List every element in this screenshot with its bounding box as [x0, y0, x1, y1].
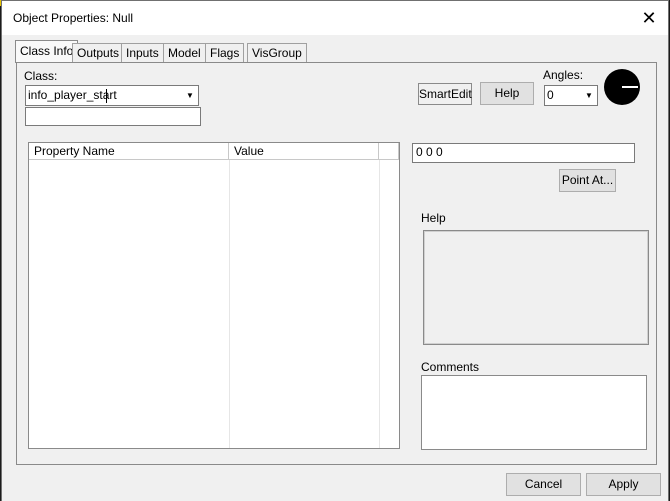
class-combobox[interactable]: info_player_start ▼	[25, 85, 199, 106]
tab-outputs[interactable]: Outputs	[72, 43, 125, 62]
angles-combobox[interactable]: 0 ▼	[544, 85, 598, 106]
column-header-blank	[379, 143, 399, 160]
comments-label: Comments	[421, 360, 480, 374]
comments-field[interactable]	[421, 375, 647, 450]
column-header-value[interactable]: Value	[229, 143, 379, 160]
chevron-down-icon[interactable]: ▼	[581, 86, 597, 105]
property-grid[interactable]: Property Name Value	[28, 142, 400, 449]
tab-inputs[interactable]: Inputs	[121, 43, 164, 62]
chevron-down-icon[interactable]: ▼	[182, 86, 198, 105]
angles-label: Angles:	[543, 68, 584, 82]
text-caret	[106, 89, 107, 103]
help-text-area	[423, 230, 649, 345]
class-label: Class:	[24, 69, 58, 83]
help-button[interactable]: Help	[480, 82, 534, 105]
class-value: info_player_start	[28, 88, 117, 102]
tab-flags[interactable]: Flags	[205, 43, 245, 62]
apply-button[interactable]: Apply	[586, 473, 661, 496]
tab-class-info[interactable]: Class Info	[15, 40, 79, 63]
angle-dial[interactable]	[604, 69, 640, 105]
column-header-property-name[interactable]: Property Name	[29, 143, 229, 160]
angles-value: 0	[547, 88, 554, 102]
grid-divider	[379, 160, 380, 448]
tab-model[interactable]: Model	[163, 43, 206, 62]
close-icon[interactable]: ✕	[638, 7, 660, 29]
grid-divider	[229, 160, 230, 448]
point-at-button[interactable]: Point At...	[559, 169, 616, 192]
window-title: Object Properties: Null	[13, 11, 134, 25]
tab-visgroup[interactable]: VisGroup	[247, 43, 307, 62]
help-label: Help	[421, 211, 446, 225]
angle-indicator	[622, 86, 638, 88]
value-field[interactable]: 0 0 0	[412, 143, 635, 163]
cancel-button[interactable]: Cancel	[506, 473, 581, 496]
title-bar: Object Properties: Null ✕	[2, 1, 668, 35]
smartedit-toggle[interactable]: SmartEdit	[418, 83, 472, 105]
class-description-field[interactable]	[25, 107, 201, 126]
object-properties-dialog: Object Properties: Null ✕ Class Info Out…	[1, 0, 669, 501]
